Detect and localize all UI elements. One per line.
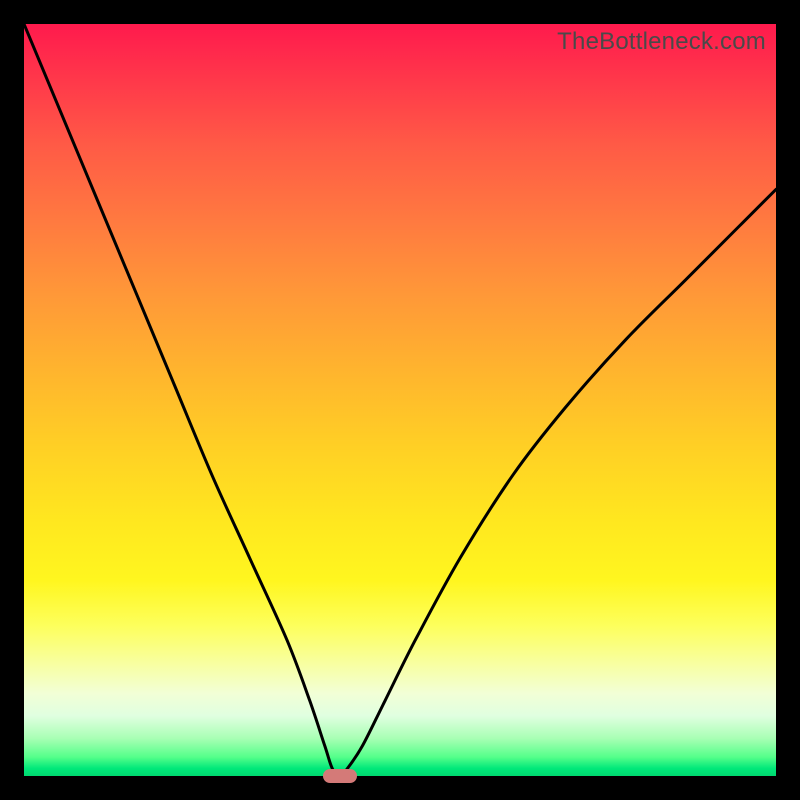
optimal-marker [323, 769, 357, 783]
chart-frame: TheBottleneck.com [0, 0, 800, 800]
bottleneck-curve [24, 24, 776, 776]
plot-area: TheBottleneck.com [24, 24, 776, 776]
